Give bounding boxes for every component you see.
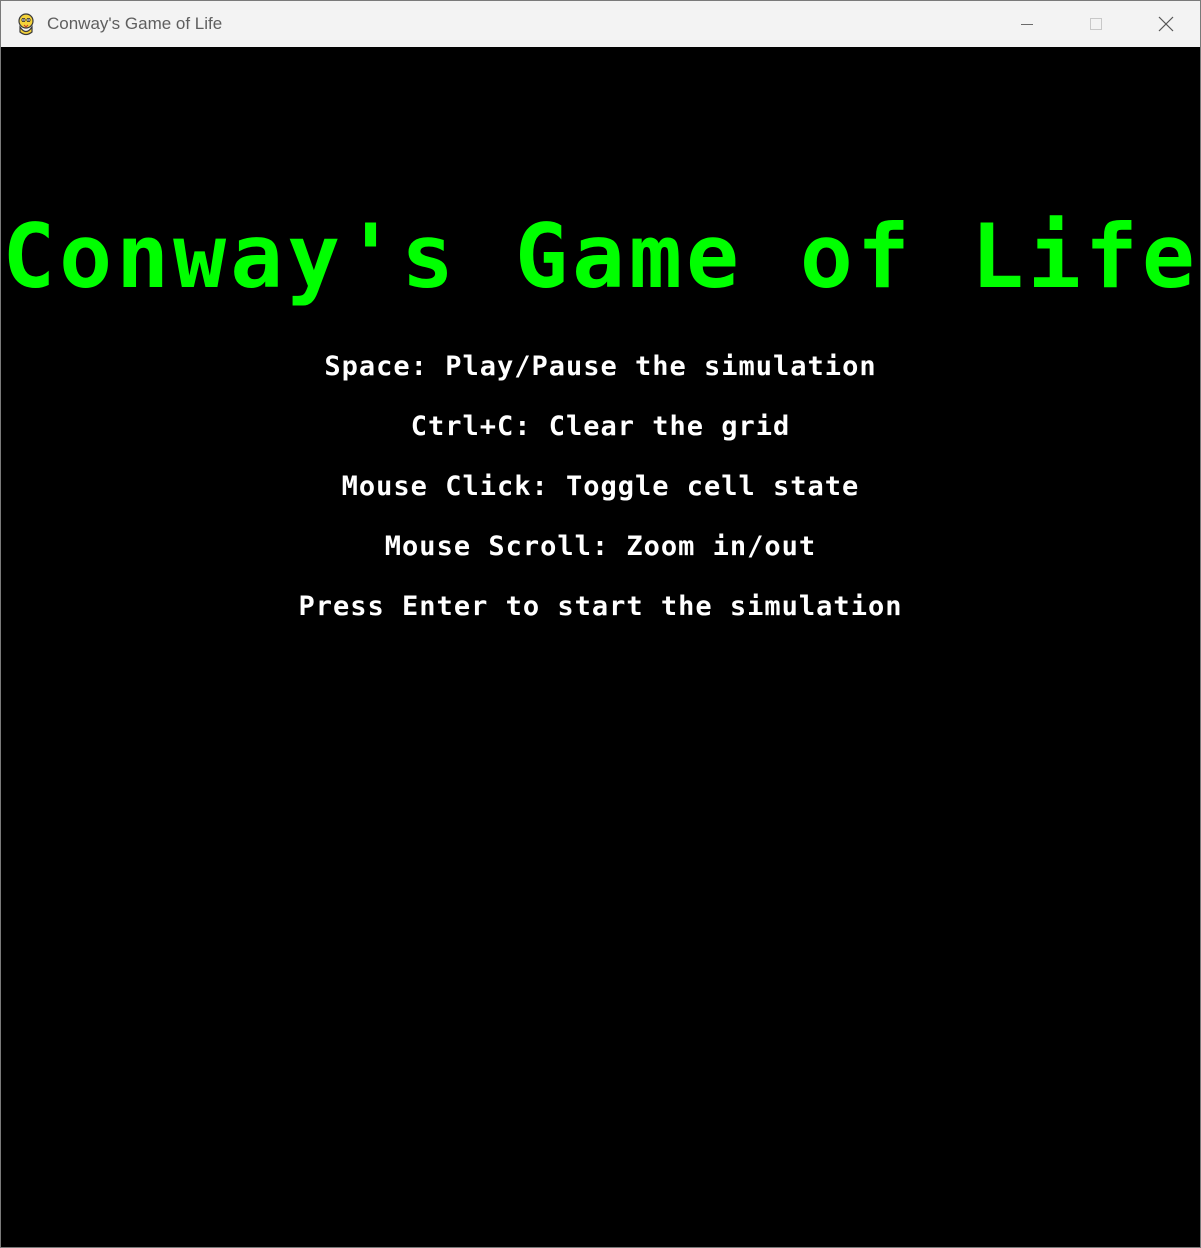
instruction-clear: Ctrl+C: Clear the grid — [410, 411, 791, 442]
instruction-space: Space: Play/Pause the simulation — [324, 351, 877, 382]
minimize-button[interactable] — [992, 1, 1062, 47]
instruction-click: Mouse Click: Toggle cell state — [341, 471, 860, 502]
close-button[interactable] — [1131, 1, 1200, 47]
maximize-icon — [1090, 18, 1102, 30]
app-window: Conway's Game of Life Conway's Game of L… — [0, 0, 1201, 1248]
game-title: Conway's Game of Life — [2, 205, 1199, 308]
close-icon — [1158, 16, 1174, 32]
maximize-button[interactable] — [1061, 1, 1131, 47]
game-canvas[interactable]: Conway's Game of Life Space: Play/Pause … — [1, 47, 1200, 1247]
pygame-snake-icon — [18, 13, 34, 36]
minimize-icon — [1021, 24, 1033, 25]
window-title: Conway's Game of Life — [47, 14, 223, 33]
instruction-scroll: Mouse Scroll: Zoom in/out — [384, 531, 817, 562]
instruction-enter: Press Enter to start the simulation — [298, 591, 903, 622]
title-bar[interactable]: Conway's Game of Life — [1, 1, 1200, 47]
